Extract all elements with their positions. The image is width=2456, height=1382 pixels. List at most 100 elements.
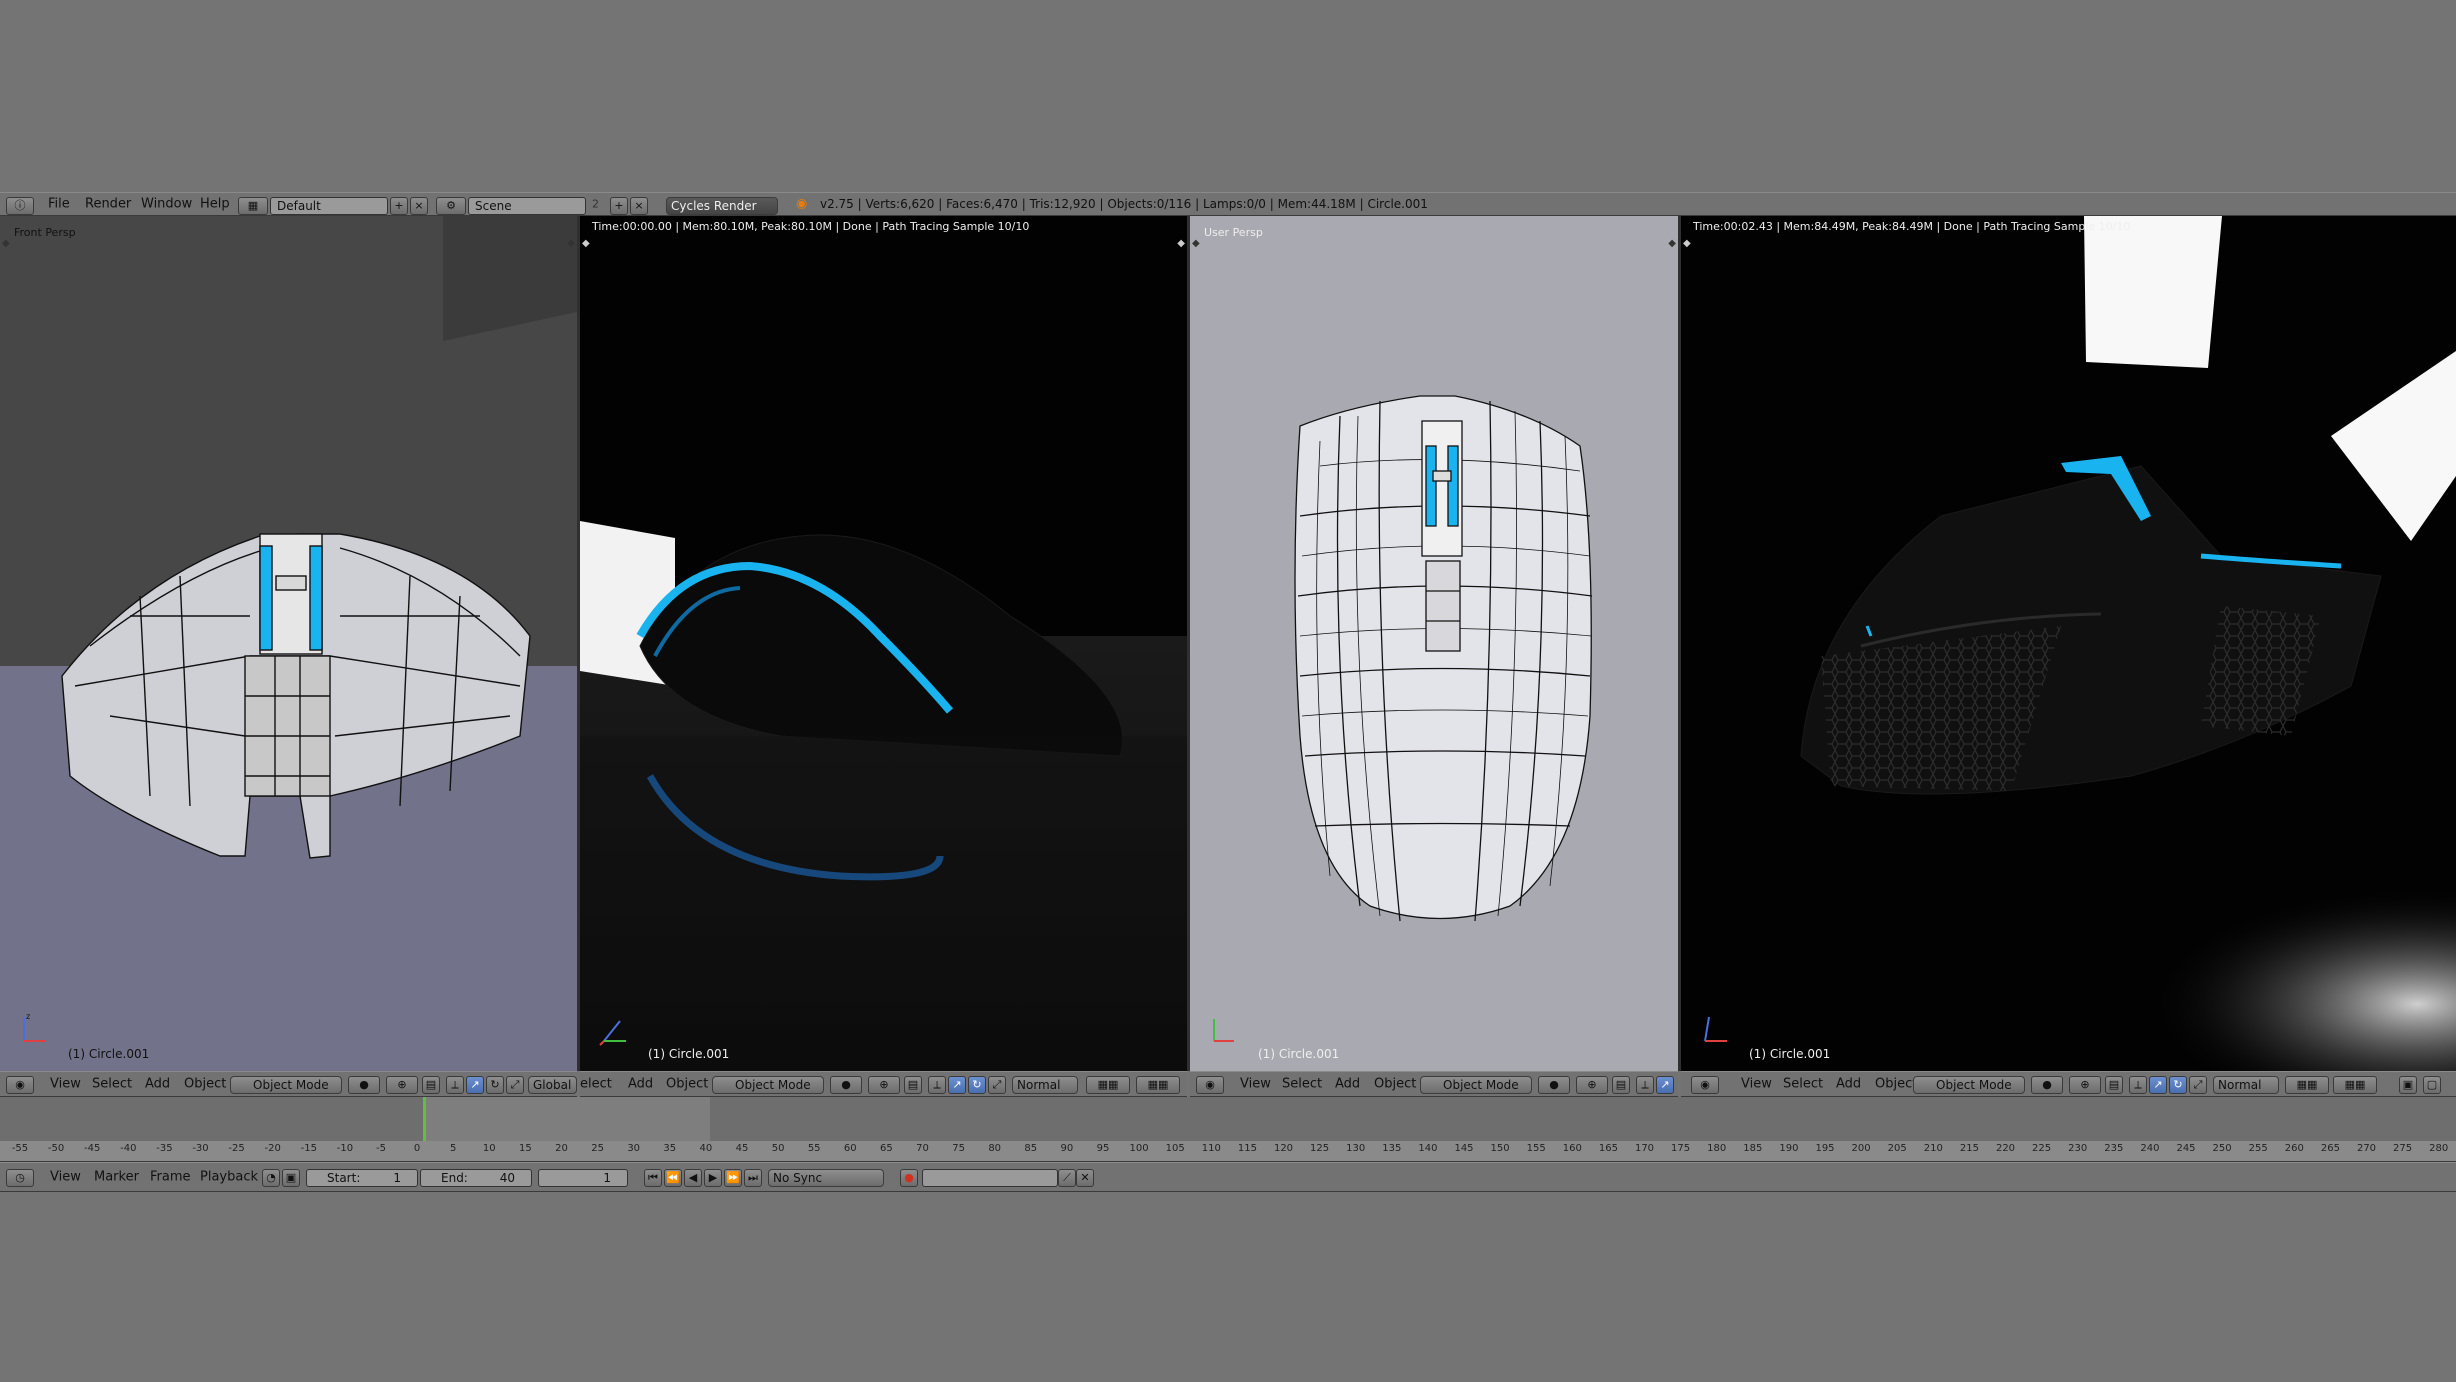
lock-layers-icon[interactable]: ▣ [2399,1076,2417,1094]
layout-grid-icon[interactable]: ▦ [238,197,268,215]
menu-view[interactable]: View [1240,1077,1271,1092]
preview-range-icon[interactable]: ◔ [262,1169,280,1187]
menu-object[interactable]: Object [1374,1077,1416,1092]
end-frame-field[interactable]: End: 40 [420,1169,532,1187]
viewport-shading-icon[interactable]: ● [830,1076,862,1094]
rotate-manipulator-icon[interactable]: ↻ [968,1076,986,1094]
scale-manipulator-icon[interactable]: ⤢ [2189,1076,2207,1094]
timeline-area[interactable] [0,1097,2456,1161]
prev-keyframe-icon[interactable]: ⏪ [664,1169,682,1187]
layer-toggle-icon[interactable]: ▤ [1612,1076,1630,1094]
menu-view[interactable]: View [50,1077,81,1092]
record-keyframe-icon[interactable]: ● [900,1169,918,1187]
play-reverse-icon[interactable]: ◀ [684,1169,702,1187]
translate-manipulator-icon[interactable]: ↗ [948,1076,966,1094]
menu-add[interactable]: Add [628,1077,653,1092]
scene-icon[interactable]: ⚙ [436,197,466,215]
viewport-shading-icon[interactable]: ● [1538,1076,1570,1094]
viewport-corner-widget-icon[interactable]: ◆ [1668,238,1676,249]
editor-type-3dview-icon[interactable]: ◉ [1196,1076,1224,1094]
pivot-point-icon[interactable]: ⊕ [868,1076,900,1094]
editor-type-3dview-icon[interactable]: ◉ [1691,1076,1719,1094]
next-keyframe-icon[interactable]: ⏩ [724,1169,742,1187]
menu-select[interactable]: Select [1282,1077,1322,1092]
layout-remove-icon[interactable]: × [410,197,428,215]
manipulator-toggle-icon[interactable]: ⟂ [1636,1076,1654,1094]
viewport-corner-widget-icon[interactable]: ◆ [1683,238,1691,249]
menu-select[interactable]: elect [580,1077,612,1092]
mode-select[interactable]: Object Mode [1420,1076,1532,1094]
viewport-render-preview-2[interactable]: Time:00:02.43 | Mem:84.49M, Peak:84.49M … [1681,216,2456,1071]
layer-toggle-icon[interactable]: ▤ [904,1076,922,1094]
menu-render[interactable]: Render [85,197,131,212]
render-engine-select[interactable]: Cycles Render [666,197,778,215]
menu-object[interactable]: Object [184,1077,226,1092]
jump-end-icon[interactable]: ⏭ [744,1169,762,1187]
manipulator-toggle-icon[interactable]: ⟂ [2129,1076,2147,1094]
scene-name-field[interactable]: Scene [468,197,586,215]
viewport-corner-widget-icon[interactable]: ◆ [2,238,10,249]
current-frame-field[interactable]: 1 [538,1169,628,1187]
viewport-render-preview-1[interactable]: Time:00:00.00 | Mem:80.10M, Peak:80.10M … [580,216,1187,1071]
rotate-manipulator-icon[interactable]: ↻ [2169,1076,2187,1094]
manipulator-toggle-icon[interactable]: ⟂ [446,1076,464,1094]
scale-manipulator-icon[interactable]: ⤢ [506,1076,524,1094]
transform-orientation-select[interactable]: Global [528,1076,577,1094]
viewport-shading-icon[interactable]: ● [348,1076,380,1094]
editor-type-timeline-icon[interactable]: ◷ [6,1169,34,1187]
editor-type-3dview-icon[interactable]: ◉ [6,1076,34,1094]
play-icon[interactable]: ▶ [704,1169,722,1187]
layer-toggle-icon[interactable]: ▤ [2105,1076,2123,1094]
menu-playback[interactable]: Playback [200,1170,258,1185]
pivot-point-icon[interactable]: ⊕ [2069,1076,2101,1094]
viewport-corner-widget-icon[interactable]: ◆ [1177,238,1185,249]
viewport-corner-widget-icon[interactable]: ◆ [567,238,575,249]
menu-frame[interactable]: Frame [150,1170,191,1185]
pivot-point-icon[interactable]: ⊕ [386,1076,418,1094]
menu-window[interactable]: Window [141,197,192,212]
viewport-corner-widget-icon[interactable]: ◆ [582,238,590,249]
insert-keyframe-icon[interactable]: ⟋ [1058,1169,1076,1187]
menu-add[interactable]: Add [1836,1077,1861,1092]
transform-orientation-select[interactable]: Normal [1012,1076,1078,1094]
scene-add-icon[interactable]: + [610,197,628,215]
layers-grid-icon[interactable]: ▦▦ [2285,1076,2329,1094]
scale-manipulator-icon[interactable]: ⤢ [988,1076,1006,1094]
layout-name-field[interactable]: Default [270,197,388,215]
delete-keyframe-icon[interactable]: ✕ [1076,1169,1094,1187]
menu-select[interactable]: Select [92,1077,132,1092]
mode-select[interactable]: Object Mode [712,1076,824,1094]
menu-add[interactable]: Add [1335,1077,1360,1092]
layout-add-icon[interactable]: + [390,197,408,215]
menu-marker[interactable]: Marker [94,1170,139,1185]
viewport-shading-icon[interactable]: ● [2031,1076,2063,1094]
menu-file[interactable]: File [48,197,70,212]
sync-mode-select[interactable]: No Sync [768,1169,884,1187]
keying-set-field[interactable] [922,1169,1058,1187]
start-frame-field[interactable]: Start: 1 [306,1169,418,1187]
layers-grid-icon[interactable]: ▦▦ [1086,1076,1130,1094]
menu-view[interactable]: View [50,1170,81,1185]
menu-object[interactable]: Object [666,1077,708,1092]
pivot-point-icon[interactable]: ⊕ [1576,1076,1608,1094]
viewport-corner-widget-icon[interactable]: ◆ [1192,238,1200,249]
layer-toggle-icon[interactable]: ▤ [422,1076,440,1094]
viewport-front-persp[interactable]: Front Persp ◆ ◆ z (1) Circle.001 [0,216,577,1071]
menu-add[interactable]: Add [145,1077,170,1092]
menu-select[interactable]: Select [1783,1077,1823,1092]
translate-manipulator-icon[interactable]: ↗ [1656,1076,1674,1094]
rotate-manipulator-icon[interactable]: ↻ [486,1076,504,1094]
menu-view[interactable]: View [1741,1077,1772,1092]
timeline-ruler[interactable]: -55 -50 -45 -40 -35 -30 -25 -20 -15 -10 -5 0 5 10 15 20… [0,1141,2456,1162]
jump-start-icon[interactable]: ⏮ [644,1169,662,1187]
layers-grid-icon[interactable]: ▦▦ [2333,1076,2377,1094]
translate-manipulator-icon[interactable]: ↗ [2149,1076,2167,1094]
layers-grid-icon[interactable]: ▦▦ [1136,1076,1180,1094]
menu-help[interactable]: Help [200,197,230,212]
mode-select[interactable]: Object Mode [1913,1076,2025,1094]
menu-object[interactable]: Object [1875,1077,1917,1092]
viewport-user-persp[interactable]: User Persp ◆ ◆ (1) Circle.001 [1190,216,1678,1071]
render-preview-icon[interactable]: ▢ [2423,1076,2441,1094]
manipulator-toggle-icon[interactable]: ⟂ [928,1076,946,1094]
scene-remove-icon[interactable]: × [630,197,648,215]
